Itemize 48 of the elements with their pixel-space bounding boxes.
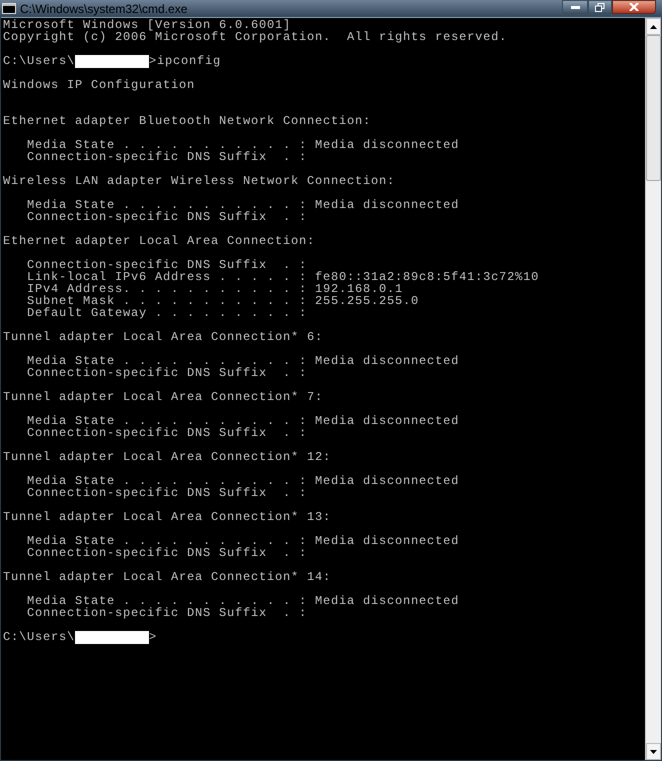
console-line: Tunnel adapter Local Area Connection* 13:	[3, 511, 332, 523]
console-line: Connection-specific DNS Suffix . :	[26, 367, 308, 379]
console-line: Ethernet adapter Local Area Connection:	[3, 235, 316, 247]
console-line: Ethernet adapter Bluetooth Network Connection:	[3, 115, 372, 127]
console-line: Subnet Mask . . . . . . . . . . . : 255.255.255.0	[26, 295, 420, 307]
console-line: Connection-specific DNS Suffix . :	[26, 427, 308, 439]
scrollbar[interactable]	[645, 18, 661, 760]
console-line: Media State . . . . . . . . . . . : Media disconnected	[26, 595, 460, 607]
maximize-button[interactable]	[588, 0, 612, 14]
window-title: C:\Windows\system32\cmd.exe	[20, 2, 188, 16]
command-text: >	[149, 631, 158, 643]
console-icon	[2, 3, 16, 14]
restore-icon	[595, 2, 605, 12]
console-line: IPv4 Address. . . . . . . . . . . : 192.168.0.1	[26, 283, 404, 295]
close-button[interactable]	[612, 0, 656, 14]
console-line: Tunnel adapter Local Area Connection* 12:	[3, 451, 332, 463]
console-line: Media State . . . . . . . . . . . : Media disconnected	[26, 199, 460, 211]
console-line: Connection-specific DNS Suffix . :	[26, 487, 308, 499]
console-line: Connection-specific DNS Suffix . :	[26, 151, 308, 163]
up-arrow-icon	[650, 24, 657, 28]
console-line: Link-local IPv6 Address . . . . . : fe80::31a2:89c8:5f41:3c72%10	[26, 271, 540, 283]
prompt-path: C:\Users\	[3, 631, 76, 643]
prompt-path: C:\Users\	[3, 55, 76, 67]
console-line: Windows IP Configuration	[3, 79, 196, 91]
scroll-down-button[interactable]	[646, 743, 661, 760]
down-arrow-icon	[650, 750, 657, 754]
console-line: Media State . . . . . . . . . . . : Media disconnected	[26, 139, 460, 151]
minimize-button[interactable]	[562, 0, 588, 14]
console-line: Connection-specific DNS Suffix . :	[26, 547, 308, 559]
console-line: Connection-specific DNS Suffix . :	[26, 211, 308, 223]
console-line: Tunnel adapter Local Area Connection* 6:	[3, 331, 324, 343]
console-line: Default Gateway . . . . . . . . . :	[26, 307, 308, 319]
console-line: Media State . . . . . . . . . . . : Media disconnected	[26, 355, 460, 367]
console-line: Connection-specific DNS Suffix . :	[26, 607, 308, 619]
console-line: Tunnel adapter Local Area Connection* 7:	[3, 391, 324, 403]
close-icon	[629, 3, 639, 11]
command-text: >ipconfig	[149, 55, 222, 67]
console-line: Copyright (c) 2006 Microsoft Corporation. All rights reserved.	[3, 31, 508, 43]
scroll-thumb[interactable]	[646, 35, 661, 181]
console-line: Tunnel adapter Local Area Connection* 14:	[3, 571, 332, 583]
minimize-icon	[570, 6, 580, 8]
scroll-up-button[interactable]	[646, 18, 661, 35]
console-line: Media State . . . . . . . . . . . : Media disconnected	[26, 415, 460, 427]
console-line: Media State . . . . . . . . . . . : Media disconnected	[26, 535, 460, 547]
console-line: Microsoft Windows [Version 6.0.6001]	[3, 19, 292, 31]
console-line: Wireless LAN adapter Wireless Network Connection:	[3, 175, 396, 187]
console-line: Media State . . . . . . . . . . . : Media disconnected	[26, 475, 460, 487]
console-line: Connection-specific DNS Suffix . :	[26, 259, 308, 271]
